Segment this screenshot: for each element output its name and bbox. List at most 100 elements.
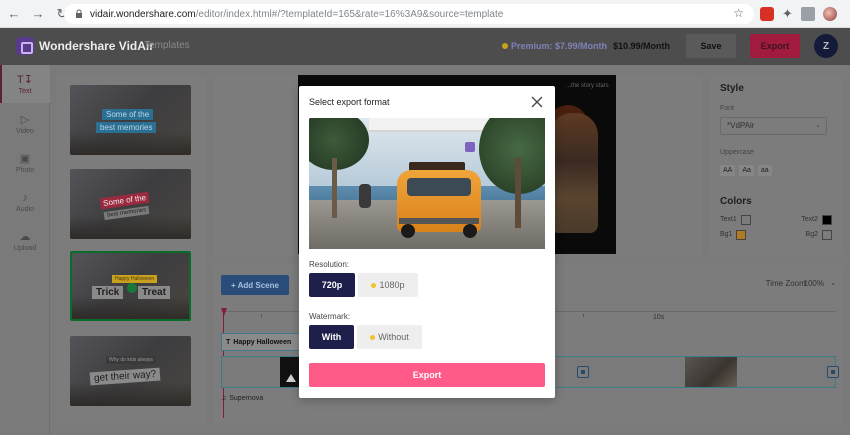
- rail-item-label: Text: [18, 87, 32, 95]
- close-icon[interactable]: [531, 96, 543, 108]
- template-card[interactable]: Why do kids always get their way?: [70, 336, 191, 406]
- add-scene-button[interactable]: + Add Scene: [221, 275, 289, 295]
- premium-price: Premium: $7.99/Month: [511, 41, 608, 51]
- template-card-selected[interactable]: Happy Halloween Trick Treat: [70, 251, 191, 321]
- resolution-720p-button[interactable]: 720p: [309, 273, 355, 297]
- resolution-label: Resolution:: [309, 260, 350, 269]
- puzzle-icon[interactable]: ✦: [782, 6, 793, 22]
- export-modal: Select export format Resolution: 720p 10…: [299, 86, 555, 398]
- vidair-logo-icon: [16, 37, 34, 55]
- browser-toolbar: ← → ↻ vidair.wondershare.com /editor/ind…: [0, 0, 850, 28]
- music-note-icon: ♫: [221, 395, 227, 402]
- preview-text: ...the story stars: [566, 83, 609, 89]
- time-zoom-select[interactable]: 100%: [804, 279, 824, 288]
- transition-handle[interactable]: [577, 366, 589, 378]
- app-header: Wondershare VidAir Templates Premium: $7…: [0, 28, 850, 65]
- lock-icon: [76, 9, 82, 18]
- export-preview-image: [309, 118, 545, 249]
- left-rail: T↧ Text ▷ Video ▣ Photo ♪ Audio ☁ Upload: [0, 65, 50, 435]
- modal-title: Select export format: [309, 97, 390, 107]
- heart-icon: [127, 283, 137, 293]
- forward-icon[interactable]: →: [28, 4, 48, 24]
- style-title: Style: [720, 83, 744, 94]
- colors-title: Colors: [720, 196, 752, 207]
- upload-icon: ☁: [19, 230, 31, 243]
- audio-clip[interactable]: ♫ Supernova: [221, 395, 263, 402]
- font-value: *VdPAir: [727, 121, 755, 130]
- color-swatch-bg2[interactable]: [822, 229, 832, 240]
- profile-avatar-icon[interactable]: [822, 7, 837, 21]
- audio-clip-label: Supernova: [229, 395, 264, 402]
- font-select[interactable]: *VdPAir ⌄: [720, 117, 827, 135]
- colors-grid: Text1 Text2 Bg1 Bg2: [720, 212, 832, 242]
- time-zoom-label: Time Zoom:: [765, 279, 808, 288]
- more-menu-icon[interactable]: ⋮: [845, 6, 850, 22]
- rail-item-label: Video: [16, 127, 34, 135]
- app-name: Wondershare VidAir: [39, 39, 154, 53]
- color-label: Bg2: [805, 231, 818, 238]
- extension-grey-icon[interactable]: [800, 7, 815, 21]
- premium-dot-icon: [371, 282, 377, 288]
- premium-dot-icon: [370, 334, 376, 340]
- bookmark-star-icon[interactable]: ☆: [733, 6, 744, 20]
- clip-thumbnail: [685, 357, 737, 387]
- color-swatch-text2[interactable]: [822, 214, 832, 225]
- modal-export-button[interactable]: Export: [309, 363, 545, 387]
- watermark-without-label: Without: [378, 332, 409, 342]
- color-label: Text1: [720, 216, 737, 223]
- export-button[interactable]: Export: [750, 34, 800, 58]
- audio-icon: ♪: [22, 191, 28, 204]
- uppercase-option[interactable]: Aa: [739, 165, 754, 176]
- template-card[interactable]: Some of the best memories: [70, 169, 191, 239]
- rail-item-text[interactable]: T↧ Text: [0, 65, 50, 103]
- rail-item-label: Upload: [13, 244, 37, 252]
- color-swatch-bg1[interactable]: [736, 229, 747, 240]
- rail-item-label: Audio: [16, 205, 34, 213]
- template-text: Treat: [138, 286, 170, 299]
- user-avatar[interactable]: Z: [814, 34, 838, 58]
- premium-offer[interactable]: Premium: $7.99/Month $10.99/Month: [502, 41, 670, 51]
- photo-icon: ▣: [19, 152, 31, 165]
- premium-dot-icon: [502, 43, 508, 49]
- template-card[interactable]: Some of the best memories: [70, 85, 191, 155]
- chevron-down-icon[interactable]: ⌄: [830, 279, 836, 287]
- uppercase-option[interactable]: AA: [720, 165, 736, 176]
- video-icon: ▷: [20, 113, 30, 126]
- chevron-down-icon: ⌄: [815, 122, 821, 129]
- ruler-label: 10s: [653, 314, 665, 321]
- rail-item-audio[interactable]: ♪ Audio: [0, 183, 50, 221]
- premium-original-price: $10.99/Month: [613, 41, 671, 51]
- text-clip[interactable]: T Happy Halloween: [221, 333, 311, 351]
- uppercase-label: Uppercase: [720, 149, 754, 156]
- rail-item-upload[interactable]: ☁ Upload: [0, 222, 50, 260]
- rail-item-photo[interactable]: ▣ Photo: [0, 144, 50, 182]
- url-path: /editor/index.html#/?templateId=165&rate…: [195, 8, 504, 20]
- watermark-without-button[interactable]: Without: [357, 325, 422, 349]
- transition-handle[interactable]: [827, 366, 839, 378]
- preview-person: [550, 113, 598, 233]
- rail-item-label: Photo: [15, 166, 35, 174]
- rail-item-video[interactable]: ▷ Video: [0, 105, 50, 143]
- font-label: Font: [720, 105, 735, 112]
- template-text: Happy Halloween: [112, 275, 158, 283]
- url-host: vidair.wondershare.com: [90, 8, 196, 20]
- watermark-label: Watermark:: [309, 312, 351, 321]
- extension-red-icon[interactable]: [760, 7, 774, 21]
- back-icon[interactable]: ←: [4, 4, 24, 24]
- resolution-1080p-label: 1080p: [379, 280, 405, 290]
- color-swatch-text1[interactable]: [740, 214, 751, 225]
- text-icon: T↧: [17, 73, 33, 86]
- templates-link[interactable]: Templates: [144, 40, 190, 51]
- address-bar[interactable]: vidair.wondershare.com /editor/index.htm…: [64, 4, 754, 24]
- style-panel: Style Font *VdPAir ⌄ Uppercase AA Aa aa …: [710, 75, 842, 255]
- template-panel: Some of the best memories Some of the be…: [56, 75, 206, 425]
- save-button[interactable]: Save: [686, 34, 736, 58]
- watermark-with-button[interactable]: With: [309, 325, 354, 349]
- text-clip-icon: T: [226, 338, 231, 346]
- color-label: Text2: [801, 216, 818, 223]
- uppercase-option[interactable]: aa: [757, 165, 772, 176]
- resolution-1080p-button[interactable]: 1080p: [358, 273, 418, 297]
- color-label: Bg1: [720, 231, 733, 238]
- template-text: Some of the: [102, 109, 154, 120]
- uppercase-options: AA Aa aa: [720, 165, 772, 176]
